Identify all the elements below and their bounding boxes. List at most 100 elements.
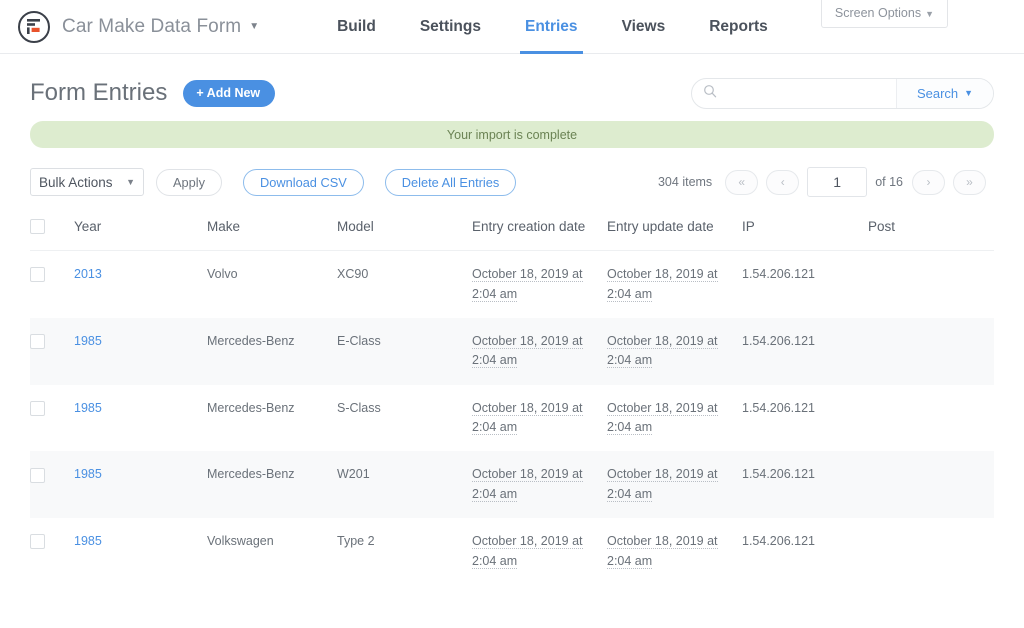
- cell-ip: 1.54.206.121: [742, 317, 868, 385]
- search-bar: Search ▼: [691, 77, 994, 109]
- cell-model: W201: [337, 451, 472, 519]
- chevron-down-icon: ▼: [964, 88, 974, 98]
- date-value: October 18, 2019 at 2:04 am: [472, 400, 583, 436]
- chevron-down-icon: ▼: [925, 9, 934, 19]
- main-nav: Build Settings Entries Views Reports: [315, 0, 790, 54]
- page-title: Form Entries: [30, 79, 168, 106]
- brand[interactable]: Car Make Data Form ▼: [18, 10, 259, 43]
- nav-item-entries[interactable]: Entries: [503, 0, 600, 54]
- screen-options-button[interactable]: Screen Options ▼: [820, 0, 948, 28]
- brand-title: Car Make Data Form: [62, 15, 242, 37]
- screen-options-label: Screen Options: [834, 6, 922, 20]
- search-icon: [703, 84, 717, 103]
- cell-entry-update-date: October 18, 2019 at 2:04 am: [607, 385, 742, 452]
- cell-year: 1985: [74, 451, 207, 519]
- nav-item-views[interactable]: Views: [600, 0, 688, 53]
- row-select-cell: [30, 385, 74, 452]
- header-year[interactable]: Year: [74, 214, 207, 252]
- bulk-actions-label: Bulk Actions: [39, 174, 113, 190]
- entry-year-link[interactable]: 1985: [74, 467, 102, 481]
- entry-year-link[interactable]: 1985: [74, 334, 102, 348]
- header-ip[interactable]: IP: [742, 214, 868, 252]
- header-post[interactable]: Post: [868, 214, 994, 252]
- date-value: October 18, 2019 at 2:04 am: [607, 534, 718, 569]
- import-complete-notice: Your import is complete: [30, 121, 994, 148]
- entry-year-link[interactable]: 2013: [74, 267, 102, 281]
- search-field[interactable]: [692, 78, 896, 108]
- add-new-label: Add New: [206, 85, 261, 100]
- row-checkbox[interactable]: [30, 334, 45, 350]
- row-checkbox[interactable]: [30, 534, 45, 550]
- cell-make: Mercedes-Benz: [207, 400, 295, 415]
- download-csv-button[interactable]: Download CSV: [243, 168, 364, 196]
- entry-year-link[interactable]: 1985: [74, 401, 102, 415]
- row-select-cell: [30, 251, 74, 318]
- table-row: 2013 Volvo XC90 October 18, 2019 at 2:04 am…: [30, 251, 994, 318]
- header-model[interactable]: Model: [337, 214, 472, 252]
- cell-make: Mercedes-Benz: [207, 451, 337, 519]
- cell-post: [868, 451, 994, 519]
- current-page-input[interactable]: [807, 167, 868, 197]
- cell-make: Volkswagen: [207, 534, 274, 549]
- search-dropdown-label: Search: [916, 85, 959, 101]
- search-input[interactable]: [717, 78, 896, 108]
- page-body: Form Entries + Add New Search ▼ Your impor…: [0, 54, 1024, 585]
- row-select-cell: [30, 518, 74, 585]
- cell-model: Type 2: [337, 534, 375, 549]
- total-pages-label: of 16: [875, 175, 903, 189]
- cell-post: [868, 385, 994, 452]
- date-value: October 18, 2019 at 2:04 am: [607, 467, 718, 502]
- cell-make: Mercedes-Benz: [207, 317, 337, 385]
- cell-ip: 1.54.206.121: [742, 451, 868, 519]
- bulk-actions-select[interactable]: Bulk Actions ▼: [30, 168, 144, 196]
- search-dropdown-button[interactable]: Search ▼: [896, 78, 993, 108]
- row-checkbox[interactable]: [30, 267, 45, 283]
- header-entry-update-date[interactable]: Entry update date: [607, 214, 742, 252]
- date-value: October 18, 2019 at 2:04 am: [472, 467, 583, 502]
- select-all-cell: [30, 214, 74, 252]
- date-value: October 18, 2019 at 2:04 am: [472, 534, 583, 569]
- entries-table: Year Make Model Entry creation date Entr…: [30, 214, 994, 585]
- select-all-checkbox[interactable]: [30, 218, 45, 234]
- table-head: Year Make Model Entry creation date Entr…: [30, 214, 994, 252]
- notice-text: Your import is complete: [446, 127, 578, 142]
- nav-item-build[interactable]: Build: [315, 0, 398, 53]
- delete-all-entries-button[interactable]: Delete All Entries: [384, 168, 517, 196]
- add-new-button[interactable]: + Add New: [183, 79, 276, 107]
- cell-entry-update-date: October 18, 2019 at 2:04 am: [607, 317, 742, 385]
- header-entry-creation-date[interactable]: Entry creation date: [472, 214, 607, 252]
- table-row: 1985 Mercedes-Benz S-Class October 18, 2019…: [30, 385, 994, 452]
- plus-icon: +: [196, 85, 204, 100]
- date-value: October 18, 2019 at 2:04 am: [472, 333, 583, 369]
- cell-model: XC90: [337, 267, 369, 282]
- next-page-button[interactable]: ›: [912, 169, 945, 195]
- nav-item-reports[interactable]: Reports: [687, 0, 790, 53]
- first-page-button[interactable]: «: [725, 169, 759, 195]
- item-count: 304 items: [657, 175, 713, 189]
- table-row: 1985 Mercedes-Benz E-Class October 18, 2019…: [30, 317, 994, 385]
- entry-year-link[interactable]: 1985: [74, 534, 102, 548]
- page-header: Form Entries + Add New Search ▼: [30, 54, 994, 112]
- cell-make: Volvo: [207, 267, 238, 282]
- cell-ip: 1.54.206.121: [742, 534, 815, 549]
- cell-entry-creation-date: October 18, 2019 at 2:04 am: [472, 451, 607, 519]
- last-page-button[interactable]: »: [953, 169, 986, 195]
- row-checkbox[interactable]: [30, 400, 45, 416]
- cell-entry-creation-date: October 18, 2019 at 2:04 am: [472, 251, 607, 318]
- header-make[interactable]: Make: [207, 214, 337, 252]
- cell-entry-creation-date: October 18, 2019 at 2:04 am: [472, 518, 607, 585]
- prev-page-button[interactable]: ‹: [766, 169, 800, 195]
- formidable-forms-logo-icon: [18, 10, 50, 43]
- row-select-cell: [30, 317, 74, 385]
- chevron-down-icon[interactable]: ▼: [249, 21, 259, 32]
- cell-ip: 1.54.206.121: [742, 400, 815, 415]
- cell-year: 1985: [74, 385, 207, 452]
- cell-entry-creation-date: October 18, 2019 at 2:04 am: [472, 317, 607, 385]
- entries-toolbar: Bulk Actions ▼ Apply Download CSV Delete…: [30, 166, 994, 198]
- apply-button[interactable]: Apply: [156, 168, 223, 196]
- chevron-down-icon: ▼: [126, 177, 135, 187]
- table-row: 1985 Volkswagen Type 2 October 18, 2019 at …: [30, 518, 994, 585]
- row-checkbox[interactable]: [30, 467, 45, 483]
- date-value: October 18, 2019 at 2:04 am: [607, 400, 718, 436]
- nav-item-settings[interactable]: Settings: [398, 0, 503, 53]
